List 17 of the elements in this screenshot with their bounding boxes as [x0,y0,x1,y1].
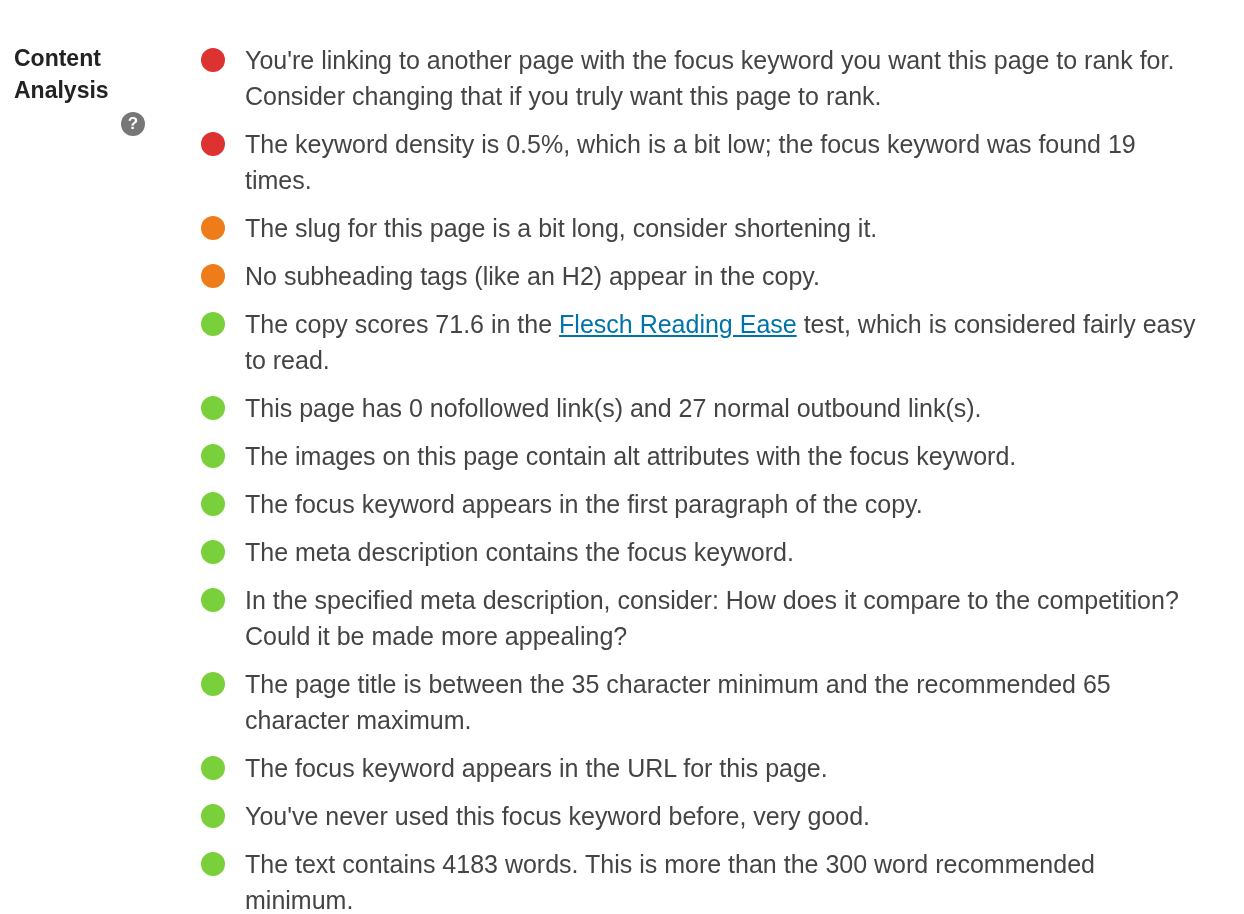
section-label: Content Analysis [14,44,110,105]
analysis-text: This page has 0 nofollowed link(s) and 27 normal outbound link(s). [245,393,982,424]
analysis-text: The images on this page contain alt attributes with the focus keyword. [245,441,1017,472]
analysis-text: The keyword density is 0.5%, which is a bit low; the focus keyword was found 19 times. [245,129,1137,196]
link[interactable]: Flesch Reading Ease [559,310,797,338]
analysis-text: You're linking to another page with the focus keyword you want this page to rank for. Consider changing that if you truly want this page to rank. [245,45,1176,112]
analysis-text: In the specified meta description, consider: How does it compare to the competition? Could it be made more appealing? [245,585,1180,652]
analysis-text: The focus keyword appears in the URL for this page. [245,753,828,784]
help-icon[interactable]: ? [121,112,145,136]
analysis-text: The meta description contains the focus keyword. [245,537,794,568]
analysis-text: No subheading tags (like an H2) appear in the copy. [245,261,820,292]
analysis-text: You've never used this focus keyword before, very good. [245,801,871,832]
analysis-text: The copy scores 71.6 in the Flesch Reading Ease test, which is considered fairly easy to read. [245,309,1197,376]
analysis-text: The page title is between the 35 character minimum and the recommended 65 character maximum. [245,669,1112,736]
analysis-text: The focus keyword appears in the first paragraph of the copy. [245,489,923,520]
analysis-text: The text contains 4183 words. This is more than the 300 word recommended minimum. [245,849,1096,914]
analysis-text: The slug for this page is a bit long, consider shortening it. [245,213,878,244]
